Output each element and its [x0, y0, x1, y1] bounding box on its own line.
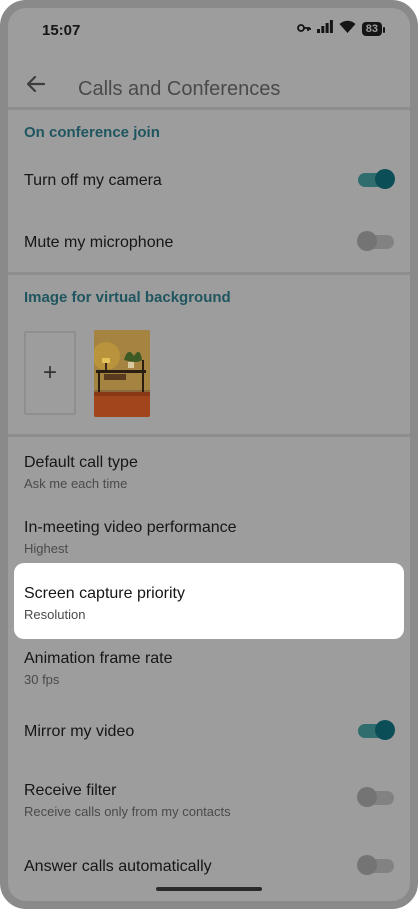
back-arrow-icon[interactable]	[24, 72, 48, 96]
setting-label: In-meeting video performance	[24, 519, 237, 536]
battery-indicator: 83	[361, 22, 386, 36]
answer-automatically-toggle[interactable]	[357, 855, 394, 875]
setting-label: Turn off my camera	[24, 172, 162, 189]
toggle-knob	[375, 720, 395, 740]
toggle-knob	[357, 231, 377, 251]
setting-label: Screen capture priority	[24, 585, 185, 602]
mirror-video-toggle[interactable]	[358, 720, 395, 740]
page-title: Calls and Conferences	[78, 78, 281, 100]
status-icons: 83	[296, 20, 386, 38]
toggle-knob	[375, 169, 395, 189]
setting-label: Answer calls automatically	[24, 858, 212, 875]
setting-label: Animation frame rate	[24, 650, 173, 667]
setting-value: 30 fps	[24, 672, 60, 687]
setting-screen-capture-priority[interactable]: Screen capture priority Resolution	[14, 563, 404, 639]
settings-screen: 15:07 83 Calls and Conferences On confer…	[8, 8, 410, 901]
camera-off-toggle[interactable]	[358, 169, 395, 189]
status-time: 15:07	[42, 22, 81, 39]
plus-icon: +	[42, 359, 57, 386]
setting-label: Default call type	[24, 454, 138, 471]
key-icon	[296, 20, 311, 38]
divider	[8, 272, 410, 275]
section-title-conference-join: On conference join	[24, 124, 160, 141]
add-background-button[interactable]: +	[24, 331, 76, 415]
divider	[8, 434, 410, 437]
wifi-icon	[339, 20, 356, 38]
mute-mic-toggle[interactable]	[357, 231, 394, 251]
phone-frame: 15:07 83 Calls and Conferences On confer…	[0, 0, 418, 909]
divider	[8, 107, 410, 110]
setting-label: Receive filter	[24, 782, 117, 799]
setting-value: Receive calls only from my contacts	[24, 804, 231, 819]
toggle-knob	[357, 787, 377, 807]
setting-value: Resolution	[24, 607, 86, 622]
setting-value: Ask me each time	[24, 476, 128, 491]
setting-label: Mirror my video	[24, 723, 135, 740]
signal-icon	[316, 20, 333, 38]
section-title-virtual-background: Image for virtual background	[24, 289, 231, 306]
toggle-knob	[357, 855, 377, 875]
setting-value: Highest	[24, 541, 69, 556]
receive-filter-toggle[interactable]	[357, 787, 394, 807]
setting-label: Mute my microphone	[24, 234, 174, 251]
status-bar: 15:07 83	[8, 8, 410, 52]
room-image	[94, 330, 150, 417]
virtual-background-thumbnail[interactable]	[94, 330, 150, 417]
home-indicator[interactable]	[156, 887, 262, 891]
